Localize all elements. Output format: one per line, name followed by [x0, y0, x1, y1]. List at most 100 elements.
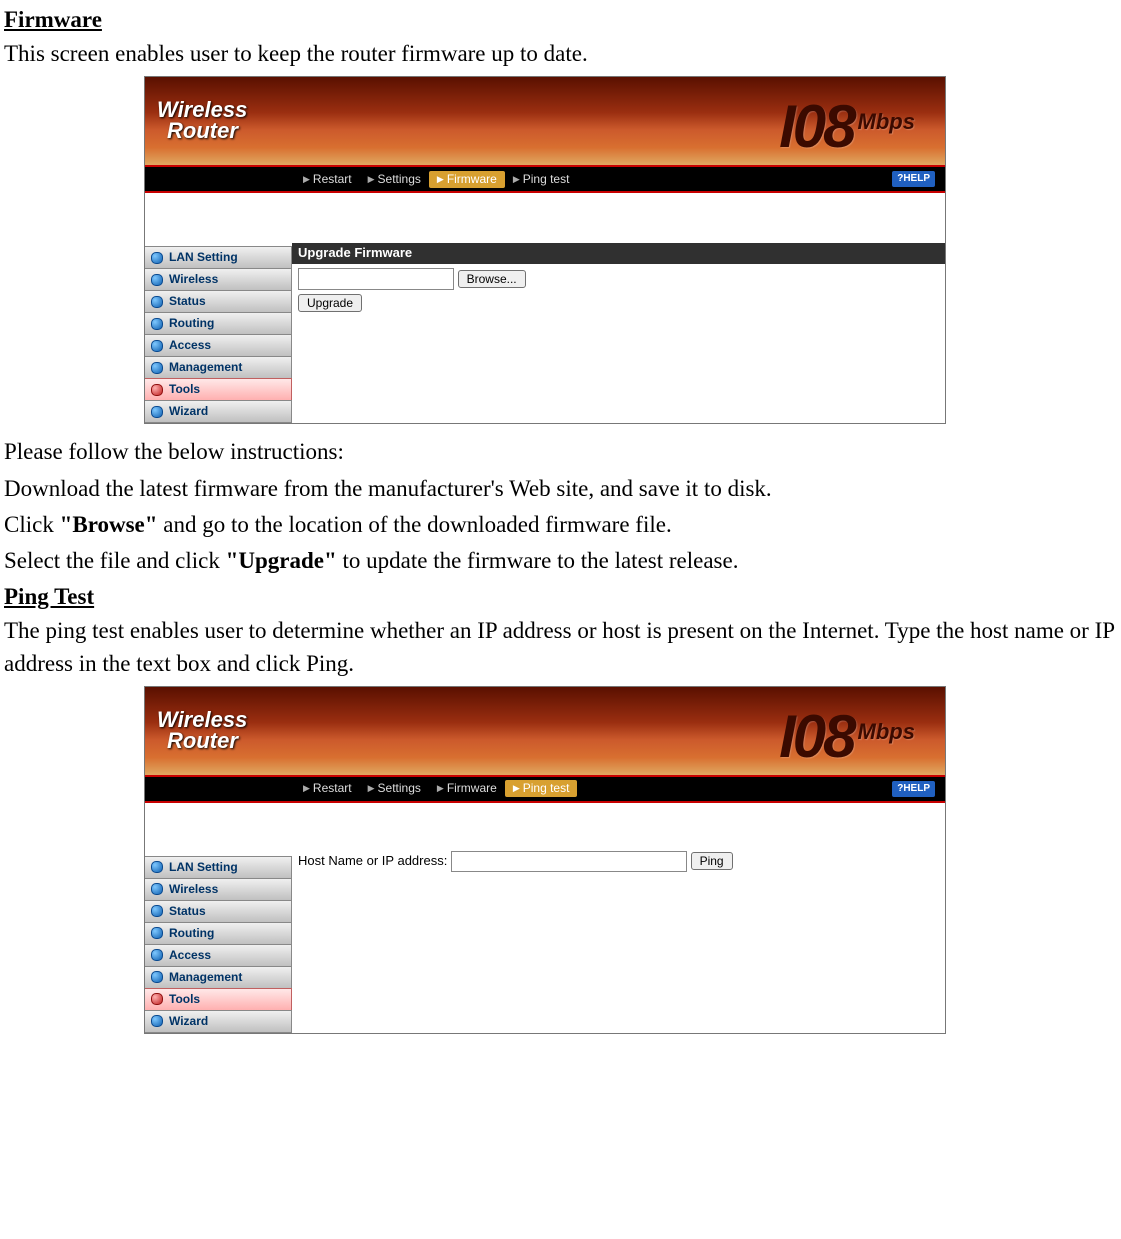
bullet-icon: [151, 861, 163, 873]
tab-firmware-label: Firmware: [447, 780, 497, 797]
logo-line2: Router: [157, 731, 247, 752]
sidebar-item-lan[interactable]: LAN Setting: [145, 856, 292, 879]
instruction-2-pre: Click: [4, 512, 60, 537]
bullet-icon: [151, 406, 163, 418]
upgrade-firmware-title: Upgrade Firmware: [292, 243, 945, 263]
tab-settings[interactable]: ▶Settings: [360, 780, 429, 797]
sidebar-item-label: Management: [169, 969, 242, 986]
tab-settings-label: Settings: [378, 780, 421, 797]
bullet-icon: [151, 927, 163, 939]
router-screenshot-firmware: Wireless Router I08Mbps ▶Restart ▶Settin…: [144, 76, 946, 424]
logo-line2: Router: [157, 121, 247, 142]
tab-pingtest-label: Ping test: [523, 780, 570, 797]
instruction-3-post: to update the firmware to the latest rel…: [337, 548, 739, 573]
bullet-icon: [151, 883, 163, 895]
sidebar-item-routing[interactable]: Routing: [145, 312, 292, 335]
sidebar-item-status[interactable]: Status: [145, 900, 292, 923]
help-label: HELP: [903, 173, 930, 184]
sidebar-item-label: LAN Setting: [169, 249, 238, 266]
tab-firmware[interactable]: ▶Firmware: [429, 780, 505, 797]
pingtest-intro: The ping test enables user to determine …: [4, 615, 1117, 679]
arrow-icon: ▶: [368, 173, 375, 186]
main-panel: Upgrade Firmware Browse... Upgrade: [292, 193, 945, 423]
bullet-icon: [151, 252, 163, 264]
sidebar: LAN Setting Wireless Status Routing Acce…: [145, 803, 292, 1033]
bullet-icon: [151, 971, 163, 983]
sidebar-item-label: Tools: [169, 991, 200, 1008]
instruction-3-bold: "Upgrade": [226, 548, 337, 573]
bullet-icon: [151, 296, 163, 308]
router-banner: Wireless Router I08Mbps: [145, 77, 945, 165]
tab-pingtest-label: Ping test: [523, 171, 570, 188]
upgrade-button[interactable]: Upgrade: [298, 294, 362, 312]
instructions-heading: Please follow the below instructions:: [4, 436, 1117, 468]
bullet-icon: [151, 340, 163, 352]
tabs-row: ▶Restart ▶Settings ▶Firmware ▶Ping test …: [145, 165, 945, 193]
arrow-icon: ▶: [437, 173, 444, 186]
tab-pingtest[interactable]: ▶Ping test: [505, 171, 578, 188]
arrow-icon: ▶: [303, 782, 310, 795]
help-button[interactable]: ?HELP: [892, 781, 935, 797]
tab-settings[interactable]: ▶Settings: [360, 171, 429, 188]
sidebar-item-label: Wizard: [169, 1013, 208, 1030]
bullet-icon: [151, 949, 163, 961]
speed-unit: Mbps: [858, 719, 915, 744]
sidebar-item-label: Status: [169, 903, 206, 920]
bullet-icon: [151, 905, 163, 917]
pingtest-heading: Ping Test: [4, 581, 1117, 613]
instruction-2-post: and go to the location of the downloaded…: [158, 512, 672, 537]
arrow-icon: ▶: [513, 173, 520, 186]
sidebar-item-tools[interactable]: Tools: [145, 378, 292, 401]
instruction-3: Select the file and click "Upgrade" to u…: [4, 545, 1117, 577]
sidebar-item-management[interactable]: Management: [145, 356, 292, 379]
sidebar-item-wireless[interactable]: Wireless: [145, 878, 292, 901]
ping-button[interactable]: Ping: [691, 852, 733, 870]
speed-unit: Mbps: [858, 109, 915, 134]
sidebar-item-tools[interactable]: Tools: [145, 988, 292, 1011]
bullet-icon: [151, 993, 163, 1005]
arrow-icon: ▶: [437, 782, 444, 795]
bullet-icon: [151, 318, 163, 330]
sidebar-item-routing[interactable]: Routing: [145, 922, 292, 945]
sidebar-item-label: Status: [169, 293, 206, 310]
firmware-heading: Firmware: [4, 4, 1117, 36]
sidebar-item-lan[interactable]: LAN Setting: [145, 246, 292, 269]
tab-firmware-label: Firmware: [447, 171, 497, 188]
sidebar-item-access[interactable]: Access: [145, 334, 292, 357]
ping-host-input[interactable]: [451, 851, 687, 872]
router-screenshot-pingtest: Wireless Router I08Mbps ▶Restart ▶Settin…: [144, 686, 946, 1034]
sidebar-item-status[interactable]: Status: [145, 290, 292, 313]
tab-pingtest[interactable]: ▶Ping test: [505, 780, 578, 797]
browse-button[interactable]: Browse...: [458, 270, 526, 288]
bullet-icon: [151, 274, 163, 286]
tab-restart-label: Restart: [313, 171, 352, 188]
instruction-1: Download the latest firmware from the ma…: [4, 473, 1117, 505]
sidebar-item-management[interactable]: Management: [145, 966, 292, 989]
tab-restart[interactable]: ▶Restart: [295, 780, 360, 797]
router-logo: Wireless Router: [145, 100, 247, 142]
help-button[interactable]: ?HELP: [892, 171, 935, 187]
sidebar: LAN Setting Wireless Status Routing Acce…: [145, 193, 292, 423]
sidebar-item-label: Routing: [169, 925, 214, 942]
sidebar-item-label: LAN Setting: [169, 859, 238, 876]
bullet-icon: [151, 362, 163, 374]
sidebar-item-wireless[interactable]: Wireless: [145, 268, 292, 291]
sidebar-item-access[interactable]: Access: [145, 944, 292, 967]
sidebar-item-label: Routing: [169, 315, 214, 332]
sidebar-item-label: Access: [169, 947, 211, 964]
arrow-icon: ▶: [368, 782, 375, 795]
sidebar-item-label: Wireless: [169, 271, 218, 288]
firmware-file-input[interactable]: [298, 268, 454, 290]
router-banner: Wireless Router I08Mbps: [145, 687, 945, 775]
speed-badge: I08Mbps: [779, 85, 915, 165]
tab-restart[interactable]: ▶Restart: [295, 171, 360, 188]
sidebar-item-wizard[interactable]: Wizard: [145, 400, 292, 423]
tab-settings-label: Settings: [378, 171, 421, 188]
tab-firmware[interactable]: ▶Firmware: [429, 171, 505, 188]
sidebar-item-label: Wizard: [169, 403, 208, 420]
sidebar-item-label: Tools: [169, 381, 200, 398]
sidebar-item-wizard[interactable]: Wizard: [145, 1010, 292, 1033]
sidebar-item-label: Wireless: [169, 881, 218, 898]
sidebar-item-label: Management: [169, 359, 242, 376]
ping-label: Host Name or IP address:: [298, 853, 447, 868]
